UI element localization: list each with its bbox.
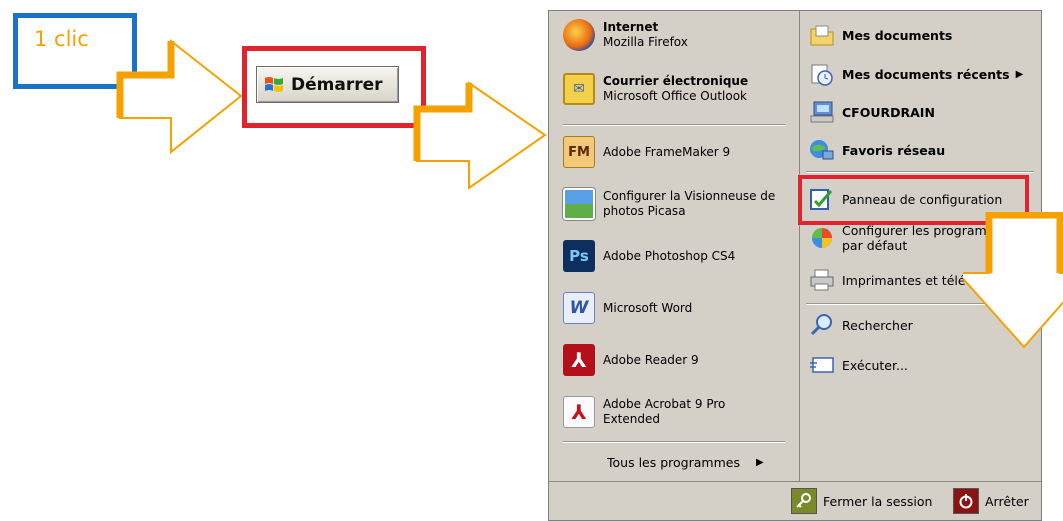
menu-item-email[interactable]: ✉ Courrier électronique Microsoft Office… <box>563 73 748 105</box>
arrow-right-small-icon: ▶ <box>755 457 764 468</box>
place-label: CFOURDRAIN <box>842 104 935 120</box>
separator <box>806 171 1034 172</box>
start-menu-footer: Fermer la session Arrêter <box>549 481 1041 520</box>
computer-icon <box>808 98 836 126</box>
adobe-reader-icon: ⅄ <box>563 344 595 376</box>
picasa-icon <box>563 188 595 220</box>
place-search[interactable]: Rechercher <box>808 311 913 339</box>
place-label: Favoris réseau <box>842 142 946 158</box>
menu-item-subtitle: Microsoft Office Outlook <box>603 89 747 103</box>
shutdown-button[interactable]: Arrêter <box>953 488 1029 514</box>
windows-logo-icon <box>265 76 283 92</box>
place-label: Mes documents récents <box>842 66 1010 82</box>
place-my-documents[interactable]: Mes documents <box>808 21 952 49</box>
all-programs-button[interactable]: Tous les programmes ▶ <box>607 455 764 470</box>
outlook-icon: ✉ <box>563 73 595 105</box>
menu-item-photoshop[interactable]: Ps Adobe Photoshop CS4 <box>563 240 735 272</box>
default-programs-icon <box>808 224 836 252</box>
logoff-label: Fermer la session <box>823 493 933 509</box>
place-computer[interactable]: CFOURDRAIN <box>808 98 935 126</box>
menu-item-label: Configurer la Visionneuse de photos Pica… <box>603 189 776 218</box>
place-label: Rechercher <box>842 317 913 333</box>
place-label: Mes documents <box>842 27 953 43</box>
place-network[interactable]: Favoris réseau <box>808 136 945 164</box>
logoff-button[interactable]: Fermer la session <box>791 488 932 514</box>
recent-documents-icon <box>808 60 836 88</box>
menu-item-acrobat[interactable]: ⅄ Adobe Acrobat 9 Pro Extended <box>563 396 763 428</box>
run-icon <box>808 351 836 379</box>
menu-item-label: Adobe FrameMaker 9 <box>603 144 731 159</box>
place-recent-documents[interactable]: Mes documents récents ▶ <box>808 60 1023 88</box>
menu-item-label: Adobe Acrobat 9 Pro Extended <box>603 397 726 426</box>
search-icon <box>808 311 836 339</box>
firefox-icon <box>563 19 595 51</box>
arrow-down-icon <box>963 212 1063 349</box>
programs-column: Internet Mozilla Firefox ✉ Courrier élec… <box>549 11 799 481</box>
key-icon <box>791 488 817 514</box>
framemaker-icon: FM <box>563 136 595 168</box>
arrow-right-icon <box>413 81 547 190</box>
menu-item-label: Adobe Photoshop CS4 <box>603 248 736 263</box>
menu-item-internet[interactable]: Internet Mozilla Firefox <box>563 19 688 51</box>
network-icon <box>808 136 836 164</box>
arrow-right-icon <box>116 38 243 155</box>
power-icon <box>953 488 979 514</box>
place-label: Exécuter... <box>842 357 908 373</box>
menu-item-label: Microsoft Word <box>603 300 693 315</box>
my-documents-icon <box>808 21 836 49</box>
separator <box>563 124 785 125</box>
acrobat-icon: ⅄ <box>563 396 595 428</box>
step-label: 1 clic <box>30 27 93 51</box>
start-button[interactable]: Démarrer <box>256 66 399 103</box>
all-programs-label: Tous les programmes <box>607 455 740 470</box>
menu-item-word[interactable]: W Microsoft Word <box>563 292 692 324</box>
menu-item-framemaker[interactable]: FM Adobe FrameMaker 9 <box>563 136 730 168</box>
separator <box>563 441 785 442</box>
menu-item-picasa[interactable]: Configurer la Visionneuse de photos Pica… <box>563 188 803 220</box>
photoshop-icon: Ps <box>563 240 595 272</box>
arrow-right-small-icon: ▶ <box>1015 68 1024 80</box>
word-icon: W <box>563 292 595 324</box>
shutdown-label: Arrêter <box>985 493 1029 509</box>
start-button-label: Démarrer <box>291 74 383 95</box>
menu-item-title: Internet <box>603 20 659 34</box>
menu-item-adobe-reader[interactable]: ⅄ Adobe Reader 9 <box>563 344 699 376</box>
place-run[interactable]: Exécuter... <box>808 351 908 379</box>
printer-icon <box>808 266 836 294</box>
menu-item-title: Courrier électronique <box>603 74 749 88</box>
menu-item-label: Adobe Reader 9 <box>603 352 699 367</box>
menu-item-subtitle: Mozilla Firefox <box>603 35 688 49</box>
